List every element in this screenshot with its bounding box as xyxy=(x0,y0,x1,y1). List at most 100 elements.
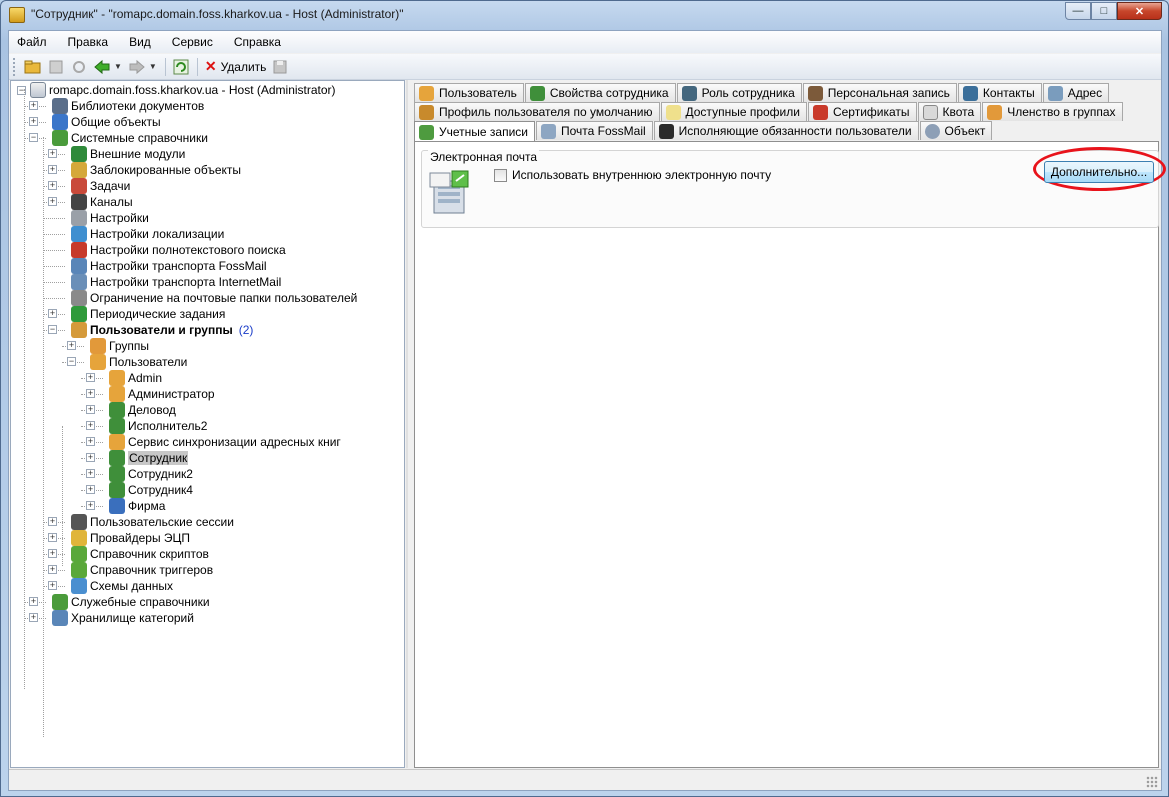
menu-help[interactable]: Справка xyxy=(234,35,281,49)
expand-toggle[interactable]: + xyxy=(29,101,38,110)
toolbar-grip[interactable] xyxy=(13,57,16,76)
tree-item-fossmail-transport-settings[interactable]: Настройки транспорта FossMail xyxy=(71,258,267,274)
tree-item-users-and-groups[interactable]: Пользователи и группы (2) xyxy=(71,322,253,338)
tree-item-localization-settings[interactable]: Настройки локализации xyxy=(71,226,224,242)
tree-item-mail-folder-limits[interactable]: Ограничение на почтовые папки пользовате… xyxy=(71,290,357,306)
delete-button[interactable]: ✕ Удалить xyxy=(202,56,270,78)
tree-item-doc-libraries[interactable]: Библиотеки документов xyxy=(52,98,204,114)
tree-item-channels[interactable]: Каналы xyxy=(71,194,133,210)
tree-root[interactable]: − romapc.domain.foss.kharkov.ua - Host (… xyxy=(17,82,336,98)
tree-item-settings[interactable]: Настройки xyxy=(71,210,149,226)
expand-toggle[interactable]: + xyxy=(29,597,38,606)
open-folder-icon[interactable] xyxy=(22,56,44,78)
tab-certificates[interactable]: Сертификаты xyxy=(807,102,917,121)
refresh-icon[interactable] xyxy=(170,56,192,78)
expand-toggle[interactable]: + xyxy=(29,613,38,622)
expand-toggle[interactable]: + xyxy=(86,405,95,414)
expand-toggle[interactable]: + xyxy=(48,309,57,318)
tree-item-internetmail-transport-settings[interactable]: Настройки транспорта InternetMail xyxy=(71,274,281,290)
tree-item-user-administrator[interactable]: Администратор xyxy=(109,386,215,402)
tab-available-profiles[interactable]: Доступные профили xyxy=(660,102,807,121)
advanced-button[interactable]: Дополнительно... xyxy=(1044,161,1154,183)
expand-toggle[interactable]: − xyxy=(48,325,57,334)
expand-toggle[interactable]: − xyxy=(29,133,38,142)
expand-toggle[interactable]: + xyxy=(86,501,95,510)
tree-item-tasks[interactable]: Задачи xyxy=(71,178,130,194)
close-button[interactable]: ✕ xyxy=(1117,2,1162,20)
tree-item-groups[interactable]: Группы xyxy=(90,338,149,354)
expand-toggle[interactable]: + xyxy=(48,165,57,174)
expand-toggle[interactable]: + xyxy=(86,469,95,478)
tab-group-membership[interactable]: Членство в группах xyxy=(982,102,1123,121)
expand-toggle[interactable]: + xyxy=(29,117,38,126)
tab-address[interactable]: Адрес xyxy=(1042,83,1110,102)
tree-item-user-admin[interactable]: Admin xyxy=(109,370,162,386)
expand-toggle[interactable]: + xyxy=(67,341,76,350)
tree-item-user-executor2[interactable]: Исполнитель2 xyxy=(109,418,207,434)
title-bar[interactable]: "Сотрудник" - "romapc.domain.foss.kharko… xyxy=(1,1,1168,29)
expand-toggle[interactable]: − xyxy=(67,357,76,366)
menu-edit[interactable]: Правка xyxy=(68,35,109,49)
expand-toggle[interactable]: + xyxy=(86,485,95,494)
tree-item-user-sotrudnik2[interactable]: Сотрудник2 xyxy=(109,466,193,482)
expand-toggle[interactable]: + xyxy=(48,533,57,542)
tree-item-category-storage[interactable]: Хранилище категорий xyxy=(52,610,194,626)
expand-toggle[interactable]: + xyxy=(86,389,95,398)
tree-item-user-delovod[interactable]: Деловод xyxy=(109,402,176,418)
refresh-disabled-icon[interactable] xyxy=(68,56,90,78)
tree-item-user-sotrudnik[interactable]: Сотрудник xyxy=(109,450,189,466)
tree-item-fulltext-search-settings[interactable]: Настройки полнотекстового поиска xyxy=(71,242,286,258)
forward-dropdown-icon[interactable]: ▼ xyxy=(149,62,157,71)
tree-item-locked-objects[interactable]: Заблокированные объекты xyxy=(71,162,241,178)
expand-toggle[interactable]: + xyxy=(48,181,57,190)
resize-grip[interactable] xyxy=(1146,776,1158,788)
expand-toggle[interactable]: + xyxy=(86,437,95,446)
save-disabled-icon[interactable] xyxy=(269,56,291,78)
tree-item-triggers-directory[interactable]: Справочник триггеров xyxy=(71,562,213,578)
expand-toggle[interactable]: + xyxy=(86,421,95,430)
tree-item-external-modules[interactable]: Внешние модули xyxy=(71,146,185,162)
tab-object[interactable]: Объект xyxy=(919,121,993,140)
back-dropdown-icon[interactable]: ▼ xyxy=(114,62,122,71)
expand-toggle[interactable]: + xyxy=(48,197,57,206)
tab-accounts[interactable]: Учетные записи xyxy=(414,121,535,142)
tree-item-eds-providers[interactable]: Провайдеры ЭЦП xyxy=(71,530,190,546)
tree-item-data-schemas[interactable]: Схемы данных xyxy=(71,578,173,594)
expand-toggle[interactable]: + xyxy=(48,565,57,574)
object-tree[interactable]: − romapc.domain.foss.kharkov.ua - Host (… xyxy=(10,80,405,768)
expand-toggle[interactable]: + xyxy=(48,581,57,590)
menu-file[interactable]: Файл xyxy=(17,35,47,49)
menu-service[interactable]: Сервис xyxy=(172,35,213,49)
tab-employee-properties[interactable]: Свойства сотрудника xyxy=(524,83,676,102)
back-arrow-icon[interactable] xyxy=(91,56,113,78)
expand-toggle[interactable]: + xyxy=(48,149,57,158)
tree-item-users[interactable]: Пользователи xyxy=(90,354,187,370)
tab-contacts[interactable]: Контакты xyxy=(957,83,1042,102)
tree-item-user-firma[interactable]: Фирма xyxy=(109,498,165,514)
expand-toggle[interactable]: + xyxy=(48,549,57,558)
tab-employee-role[interactable]: Роль сотрудника xyxy=(676,83,802,102)
expand-toggle[interactable]: + xyxy=(86,373,95,382)
tree-item-scripts-directory[interactable]: Справочник скриптов xyxy=(71,546,209,562)
tree-item-system-directories[interactable]: Системные справочники xyxy=(52,130,208,146)
tree-item-user-sessions[interactable]: Пользовательские сессии xyxy=(71,514,234,530)
tree-item-shared-objects[interactable]: Общие объекты xyxy=(52,114,161,130)
tab-personal-record[interactable]: Персональная запись xyxy=(802,83,957,102)
tab-quota[interactable]: Квота xyxy=(917,102,982,121)
maximize-button[interactable]: □ xyxy=(1091,2,1117,20)
internal-email-checkbox[interactable]: Использовать внутреннюю электронную почт… xyxy=(494,168,771,182)
checkbox-box[interactable] xyxy=(494,168,507,182)
menu-view[interactable]: Вид xyxy=(129,35,151,49)
tree-item-periodic-tasks[interactable]: Периодические задания xyxy=(71,306,225,322)
minimize-button[interactable]: — xyxy=(1065,2,1091,20)
tree-item-service-directories[interactable]: Служебные справочники xyxy=(52,594,210,610)
forward-arrow-icon[interactable] xyxy=(126,56,148,78)
tab-acting-users[interactable]: Исполняющие обязанности пользователи xyxy=(653,121,919,140)
expand-toggle[interactable]: + xyxy=(48,517,57,526)
tree-item-user-sotrudnik4[interactable]: Сотрудник4 xyxy=(109,482,193,498)
expand-toggle[interactable]: + xyxy=(86,453,95,462)
properties-icon[interactable] xyxy=(45,56,67,78)
tree-item-user-addressbook-sync[interactable]: Сервис синхронизации адресных книг xyxy=(109,434,341,450)
tab-user[interactable]: Пользователь xyxy=(414,83,524,102)
tab-default-profile[interactable]: Профиль пользователя по умолчанию xyxy=(414,102,660,121)
